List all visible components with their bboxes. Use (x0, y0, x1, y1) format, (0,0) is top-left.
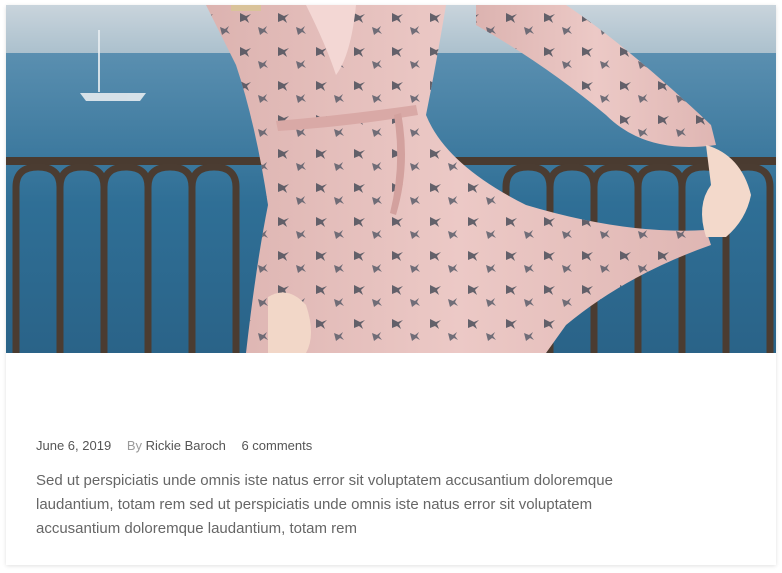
post-meta: June 6, 2019 By Rickie Baroch 6 comments (36, 438, 312, 454)
blog-post-card: June 6, 2019 By Rickie Baroch 6 comments… (6, 5, 776, 565)
post-author-link[interactable]: Rickie Baroch (146, 438, 226, 453)
post-date[interactable]: June 6, 2019 (36, 438, 111, 453)
post-excerpt: Sed ut perspiciatis unde omnis iste natu… (36, 472, 613, 537)
post-comments-link[interactable]: 6 comments (241, 438, 312, 453)
by-label: By (126, 438, 142, 453)
post-featured-image[interactable] (6, 5, 776, 353)
featured-photo (6, 5, 776, 353)
